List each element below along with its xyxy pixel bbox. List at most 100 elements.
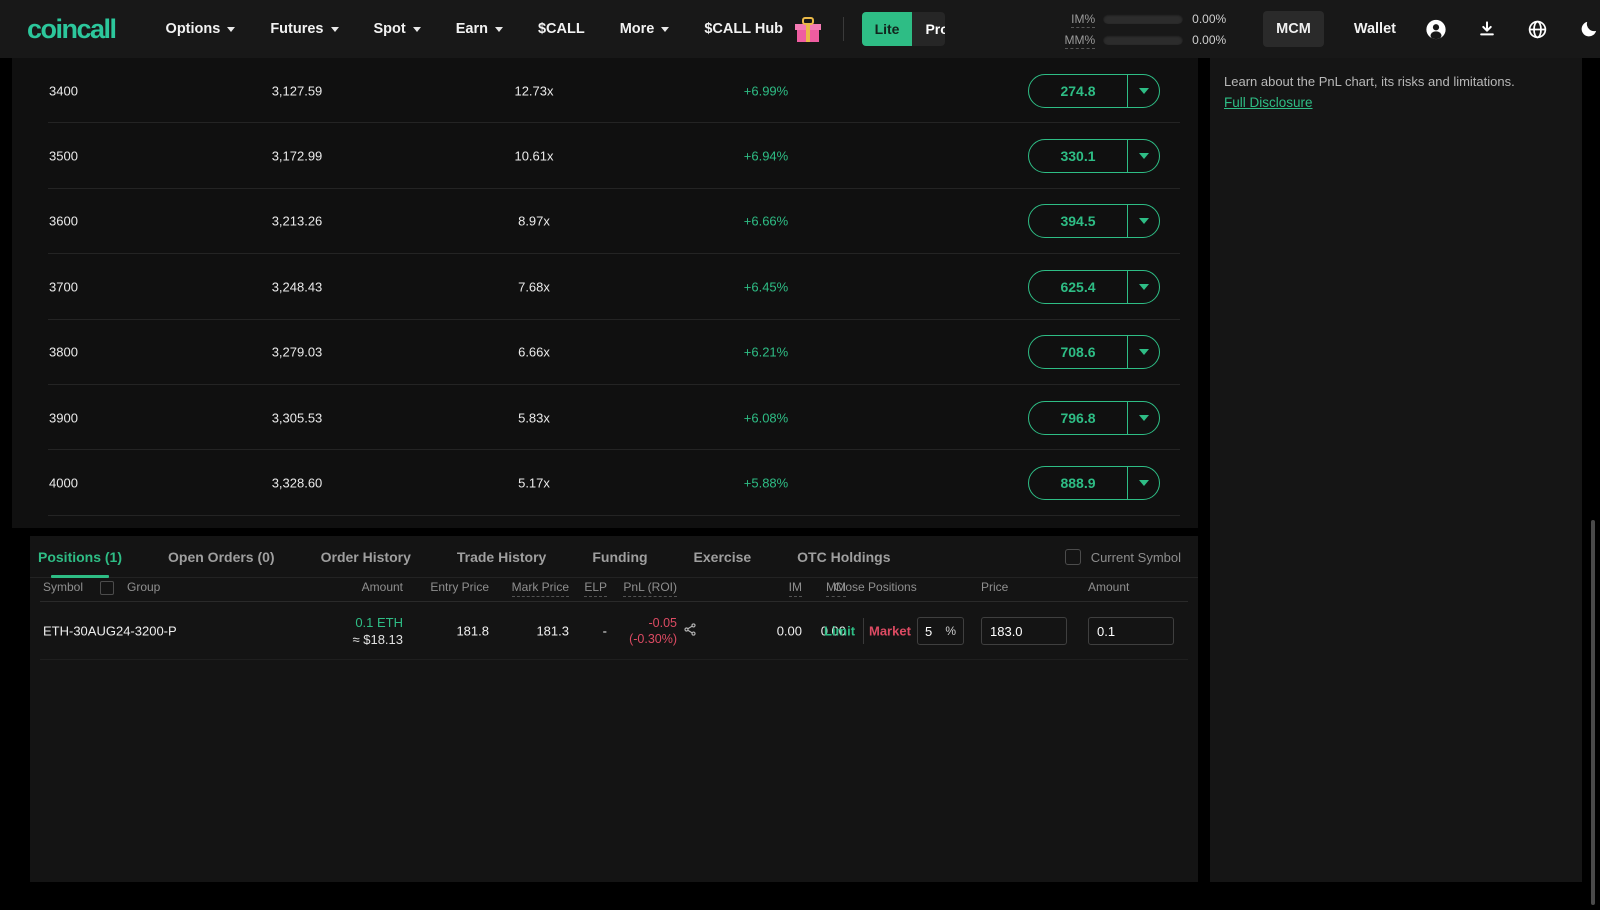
bid-button[interactable]: 708.6 xyxy=(1028,335,1160,369)
coincall-logo[interactable]: coincall xyxy=(27,14,116,45)
current-symbol-checkbox[interactable] xyxy=(1065,549,1081,565)
tab-exercise[interactable]: Exercise xyxy=(694,536,752,578)
change-percent: +6.21% xyxy=(706,345,826,360)
position-amount: 0.1 ETH ≈ $18.13 xyxy=(352,614,403,648)
underlying-price: 3,305.53 xyxy=(237,410,357,425)
chevron-down-icon xyxy=(413,27,421,32)
menu-scall-hub-label: $CALL Hub xyxy=(704,21,783,37)
tab-trade-history[interactable]: Trade History xyxy=(457,536,546,578)
leverage-value: 7.68x xyxy=(474,279,594,294)
globe-icon[interactable] xyxy=(1527,18,1549,40)
tab-positions[interactable]: Positions (1) xyxy=(38,536,122,578)
options-table-panel: 3400 3,127.59 12.73x +6.99% 274.8 3500 3… xyxy=(12,58,1198,528)
option-row[interactable]: 3700 3,248.43 7.68x +6.45% 625.4 xyxy=(12,254,1198,319)
bid-value: 625.4 xyxy=(1029,279,1127,295)
change-percent: +6.66% xyxy=(706,214,826,229)
underlying-price: 3,127.59 xyxy=(237,83,357,98)
bid-button[interactable]: 888.9 xyxy=(1028,466,1160,500)
col-group: Group xyxy=(127,580,160,594)
bid-button[interactable]: 274.8 xyxy=(1028,74,1160,108)
menu-options-label: Options xyxy=(166,21,221,37)
underlying-price: 3,248.43 xyxy=(237,279,357,294)
current-symbol-toggle[interactable]: Current Symbol xyxy=(1065,536,1181,578)
option-row[interactable]: 3600 3,213.26 8.97x +6.66% 394.5 xyxy=(12,189,1198,254)
close-limit-button[interactable]: Limit xyxy=(824,624,855,639)
change-percent: +6.94% xyxy=(706,149,826,164)
menu-earn[interactable]: Earn xyxy=(456,21,503,37)
close-price-input[interactable] xyxy=(981,617,1067,645)
lite-mode-button[interactable]: Lite xyxy=(862,12,913,46)
group-checkbox[interactable] xyxy=(100,581,114,595)
change-percent: +6.45% xyxy=(706,279,826,294)
tab-order-history[interactable]: Order History xyxy=(321,536,411,578)
chevron-down-icon[interactable] xyxy=(1128,480,1159,486)
strike-price: 3500 xyxy=(49,149,78,164)
current-symbol-label: Current Symbol xyxy=(1091,550,1181,565)
col-amount-2: Amount xyxy=(1088,580,1129,594)
top-navbar: coincall Options Futures Spot Earn $CALL… xyxy=(0,0,1600,58)
option-row[interactable]: 3800 3,279.03 6.66x +6.21% 708.6 xyxy=(12,320,1198,385)
bid-button[interactable]: 330.1 xyxy=(1028,139,1160,173)
option-row[interactable]: 3400 3,127.59 12.73x +6.99% 274.8 xyxy=(12,58,1198,123)
pnl-disclaimer-text: Learn about the PnL chart, its risks and… xyxy=(1224,73,1568,91)
page-scrollbar[interactable] xyxy=(1591,520,1595,905)
position-pnl: -0.05 xyxy=(649,616,678,630)
menu-earn-label: Earn xyxy=(456,21,488,37)
col-amount: Amount xyxy=(362,580,403,594)
tab-otc-holdings[interactable]: OTC Holdings xyxy=(797,536,890,578)
bid-button[interactable]: 796.8 xyxy=(1028,401,1160,435)
underlying-price: 3,213.26 xyxy=(237,214,357,229)
chevron-down-icon[interactable] xyxy=(1128,218,1159,224)
full-disclosure-link[interactable]: Full Disclosure xyxy=(1224,95,1313,110)
mcm-button[interactable]: MCM xyxy=(1263,11,1324,47)
strike-price: 3400 xyxy=(49,83,78,98)
pro-mode-button[interactable]: Pro xyxy=(912,12,945,46)
chevron-down-icon[interactable] xyxy=(1128,153,1159,159)
menu-futures-label: Futures xyxy=(270,21,323,37)
option-row[interactable]: 4000 3,328.60 5.17x +5.88% 888.9 xyxy=(12,450,1198,515)
gift-icon[interactable] xyxy=(795,17,817,42)
bid-button[interactable]: 625.4 xyxy=(1028,270,1160,304)
close-market-button[interactable]: Market xyxy=(869,624,911,639)
strike-price: 3800 xyxy=(49,345,78,360)
leverage-value: 8.97x xyxy=(474,214,594,229)
change-percent: +5.88% xyxy=(706,476,826,491)
menu-spot[interactable]: Spot xyxy=(374,21,421,37)
share-pnl-icon[interactable] xyxy=(683,623,697,640)
nav-icon-group xyxy=(1425,18,1600,40)
col-close-positions: Close Positions xyxy=(834,580,917,594)
change-percent: +6.99% xyxy=(706,83,826,98)
menu-spot-label: Spot xyxy=(374,21,406,37)
theme-moon-icon[interactable] xyxy=(1578,18,1600,40)
close-amount-input[interactable] xyxy=(1088,617,1174,645)
bid-value: 888.9 xyxy=(1029,475,1127,491)
im-value: 0.00% xyxy=(1192,12,1236,26)
menu-futures[interactable]: Futures xyxy=(270,21,338,37)
menu-more[interactable]: More xyxy=(620,21,670,37)
wallet-button[interactable]: Wallet xyxy=(1354,21,1396,37)
tab-open-orders[interactable]: Open Orders (0) xyxy=(168,536,275,578)
tab-funding[interactable]: Funding xyxy=(592,536,647,578)
trigger-percent-value: 5 xyxy=(925,624,945,639)
positions-table-header: Symbol Group Amount Entry Price Mark Pri… xyxy=(30,578,1198,602)
download-icon[interactable] xyxy=(1476,18,1498,40)
bid-value: 796.8 xyxy=(1029,410,1127,426)
chevron-down-icon[interactable] xyxy=(1128,284,1159,290)
underlying-price: 3,172.99 xyxy=(237,149,357,164)
trigger-percent-input[interactable]: 5 % xyxy=(917,617,964,645)
col-price: Price xyxy=(981,580,1008,594)
menu-options[interactable]: Options xyxy=(166,21,236,37)
chevron-down-icon[interactable] xyxy=(1128,415,1159,421)
position-entry-price: 181.8 xyxy=(456,624,489,639)
position-mark-price: 181.3 xyxy=(536,624,569,639)
profile-icon[interactable] xyxy=(1425,18,1447,40)
strike-price: 3900 xyxy=(49,410,78,425)
position-row: ETH-30AUG24-3200-P 0.1 ETH ≈ $18.13 181.… xyxy=(30,602,1198,660)
menu-scall[interactable]: $CALL xyxy=(538,21,585,37)
option-row[interactable]: 3500 3,172.99 10.61x +6.94% 330.1 xyxy=(12,123,1198,188)
chevron-down-icon[interactable] xyxy=(1128,349,1159,355)
bid-button[interactable]: 394.5 xyxy=(1028,204,1160,238)
option-row[interactable]: 3900 3,305.53 5.83x +6.08% 796.8 xyxy=(12,385,1198,450)
chevron-down-icon[interactable] xyxy=(1128,88,1159,94)
menu-scall-hub[interactable]: $CALL Hub xyxy=(704,21,783,37)
